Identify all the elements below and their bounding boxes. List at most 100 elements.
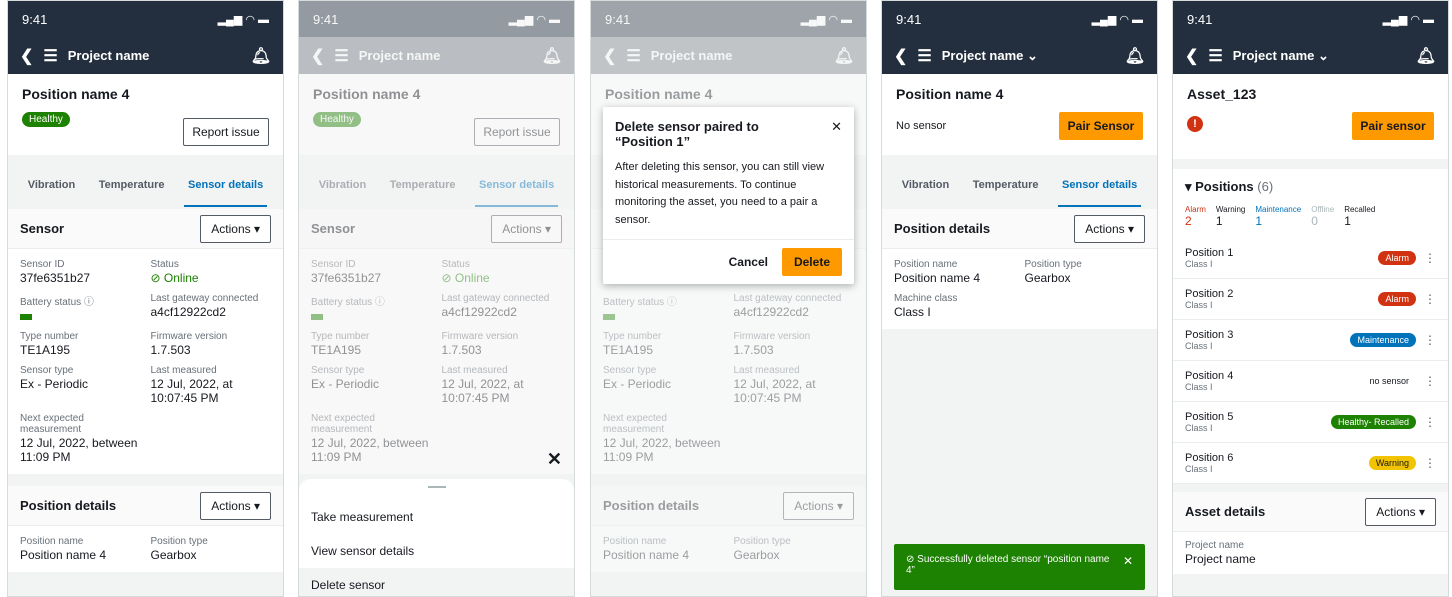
actions-button[interactable]: Actions ▾ [200,214,271,243]
stat-value: 2 [1185,214,1192,228]
tab-sensor-details[interactable]: Sensor details [1058,165,1142,207]
project-title[interactable]: Project name [68,48,251,63]
positions-section: ▾ Positions (6) Alarm 2 Warning 1 Maintenanc… [1173,169,1448,238]
menu-item-delete-sensor[interactable]: Delete sensor [299,568,574,596]
page-title: Position name 4 [22,86,130,102]
actions-button[interactable]: Actions ▾ [1365,497,1436,526]
project-dropdown[interactable]: Project name ⌄ [942,48,1125,64]
kebab-menu-icon[interactable]: ⋮ [1424,456,1436,470]
sensor-id: 37fe6351b27 [20,271,91,285]
menu-item-view-sensor-details[interactable]: View sensor details [299,534,574,568]
signal-icons: ▂▄▆ ◠ ▬ [1091,13,1143,26]
pair-sensor-button[interactable]: Pair Sensor [1059,112,1143,140]
delete-modal: Delete sensor paired to “Position 1” ✕ A… [603,107,854,285]
position-fields: Position namePosition name 4 Position ty… [882,249,1157,329]
position-header: Position name 4 Healthy Report issue [8,74,283,155]
positions-toggle[interactable]: ▾ Positions (6) [1185,179,1436,195]
positions-count: (6) [1257,179,1274,194]
signal-icons: ▂▄▆ ◠ ▬ [1382,13,1434,26]
close-icon[interactable]: ✕ [547,449,562,470]
back-icon[interactable]: ❮ [20,46,33,66]
back-icon[interactable]: ❮ [1185,46,1198,66]
list-item[interactable]: Position 6 Class I Warning ⋮ [1173,443,1448,484]
field-label: Last measured [150,365,217,376]
position-class: Class I [1185,423,1213,433]
list-item[interactable]: Position 5 Class I Healthy- Recalled ⋮ [1173,402,1448,443]
machine-class: Class I [894,305,931,319]
list-item[interactable]: Position 4 Class I no sensor ⋮ [1173,361,1448,402]
delete-button[interactable]: Delete [781,248,842,277]
position-type: Gearbox [1024,271,1071,285]
sensor-fields: Sensor ID37fe6351b27 Status⊘ Online Batt… [8,249,283,474]
next-measurement: 12 Jul, 2022, between 11:09 PM [20,436,138,464]
report-issue-button[interactable]: Report issue [183,118,269,146]
list-item[interactable]: Position 1 Class I Alarm ⋮ [1173,238,1448,279]
tab-temperature[interactable]: Temperature [95,165,169,207]
kebab-menu-icon[interactable]: ⋮ [1424,251,1436,265]
positions-title: ▾ Positions [1185,179,1254,194]
close-icon[interactable]: ✕ [831,119,842,149]
status-badge: Maintenance [1350,333,1416,347]
kebab-menu-icon[interactable]: ⋮ [1424,415,1436,429]
alarm-icon: ! [1187,116,1203,132]
asset-details-header: Asset details Actions ▾ [1173,492,1448,532]
sheet-handle[interactable] [427,486,446,488]
position-class: Class I [1185,259,1213,269]
menu-icon[interactable]: ☰ [1208,46,1222,66]
menu-item-take-measurement[interactable]: Take measurement [299,500,574,534]
kebab-menu-icon[interactable]: ⋮ [1424,292,1436,306]
kebab-menu-icon[interactable]: ⋮ [1424,333,1436,347]
tab-vibration[interactable]: Vibration [898,165,953,207]
clock: 9:41 [22,11,48,27]
tab-sensor-details[interactable]: Sensor details [184,165,268,207]
position-class: Class I [1185,464,1213,474]
status-badge: Alarm [1378,251,1416,265]
pair-sensor-button[interactable]: Pair sensor [1352,112,1434,140]
tab-bar: Vibration Temperature Sensor details [8,163,283,209]
screen-sensor-details: 9:41 ▂▄▆ ◠ ▬ ❮ ☰ Project name 🔔︎ Position na… [7,0,284,597]
clock: 9:41 [1187,11,1213,27]
back-icon[interactable]: ❮ [894,46,907,66]
position-class: Class I [1185,382,1213,392]
bell-icon[interactable]: 🔔︎ [1125,46,1145,66]
bell-icon[interactable]: 🔔︎ [1416,46,1436,66]
position-name: Position name 4 [20,548,107,562]
kebab-menu-icon[interactable]: ⋮ [1424,374,1436,388]
position-name: Position name 4 [894,271,981,285]
position-name: Position 1 [1185,247,1234,259]
screen-action-sheet: 9:41▂▄▆ ◠ ▬ ❮☰Project name🔔︎ Position na… [298,0,575,597]
tab-vibration[interactable]: Vibration [24,165,79,207]
section-title: Position details [894,221,991,236]
nav-bar: ❮ ☰ Project name🔔︎ [8,37,283,74]
asset-details-section: Asset details Actions ▾ Project name Proj… [1173,492,1448,574]
cancel-button[interactable]: Cancel [729,255,768,269]
tab-bar: Vibration Temperature Sensor details [882,163,1157,209]
dim-overlay[interactable] [591,1,866,596]
bell-icon[interactable]: 🔔︎ [251,46,271,66]
position-name: Position 6 [1185,452,1234,464]
status-badge: Warning [1368,456,1416,470]
page-title: Position name 4 [896,86,1004,102]
close-icon[interactable]: ✕ [1123,554,1133,568]
actions-button[interactable]: Actions ▾ [1074,214,1145,243]
asset-fields: Project name Project name [1173,532,1448,574]
stat-value: 1 [1215,214,1223,228]
stat-label: Recalled [1344,205,1376,214]
position-header: Position name 4 No sensor Pair Sensor [882,74,1157,155]
stat-maintenance: Maintenance 1 [1255,205,1301,228]
field-label: Next expected measurement [20,413,84,435]
toast-text: ⊘ Successfully deleted sensor “position … [906,554,1110,576]
action-sheet: Take measurement View sensor details Del… [299,479,574,596]
position-name: Position 3 [1185,329,1234,341]
list-item[interactable]: Position 2 Class I Alarm ⋮ [1173,279,1448,320]
position-details-header: Position details Actions ▾ [882,209,1157,249]
stat-value: 0 [1311,214,1318,228]
menu-icon[interactable]: ☰ [917,46,931,66]
tab-temperature[interactable]: Temperature [969,165,1043,207]
list-item[interactable]: Position 3 Class I Maintenance ⋮ [1173,320,1448,361]
field-label: Sensor ID [20,259,65,270]
menu-icon[interactable]: ☰ [43,46,57,66]
asset-header: Asset_123 ! Pair sensor [1173,74,1448,159]
project-dropdown[interactable]: Project name ⌄ [1233,48,1416,64]
actions-button[interactable]: Actions ▾ [200,491,271,520]
